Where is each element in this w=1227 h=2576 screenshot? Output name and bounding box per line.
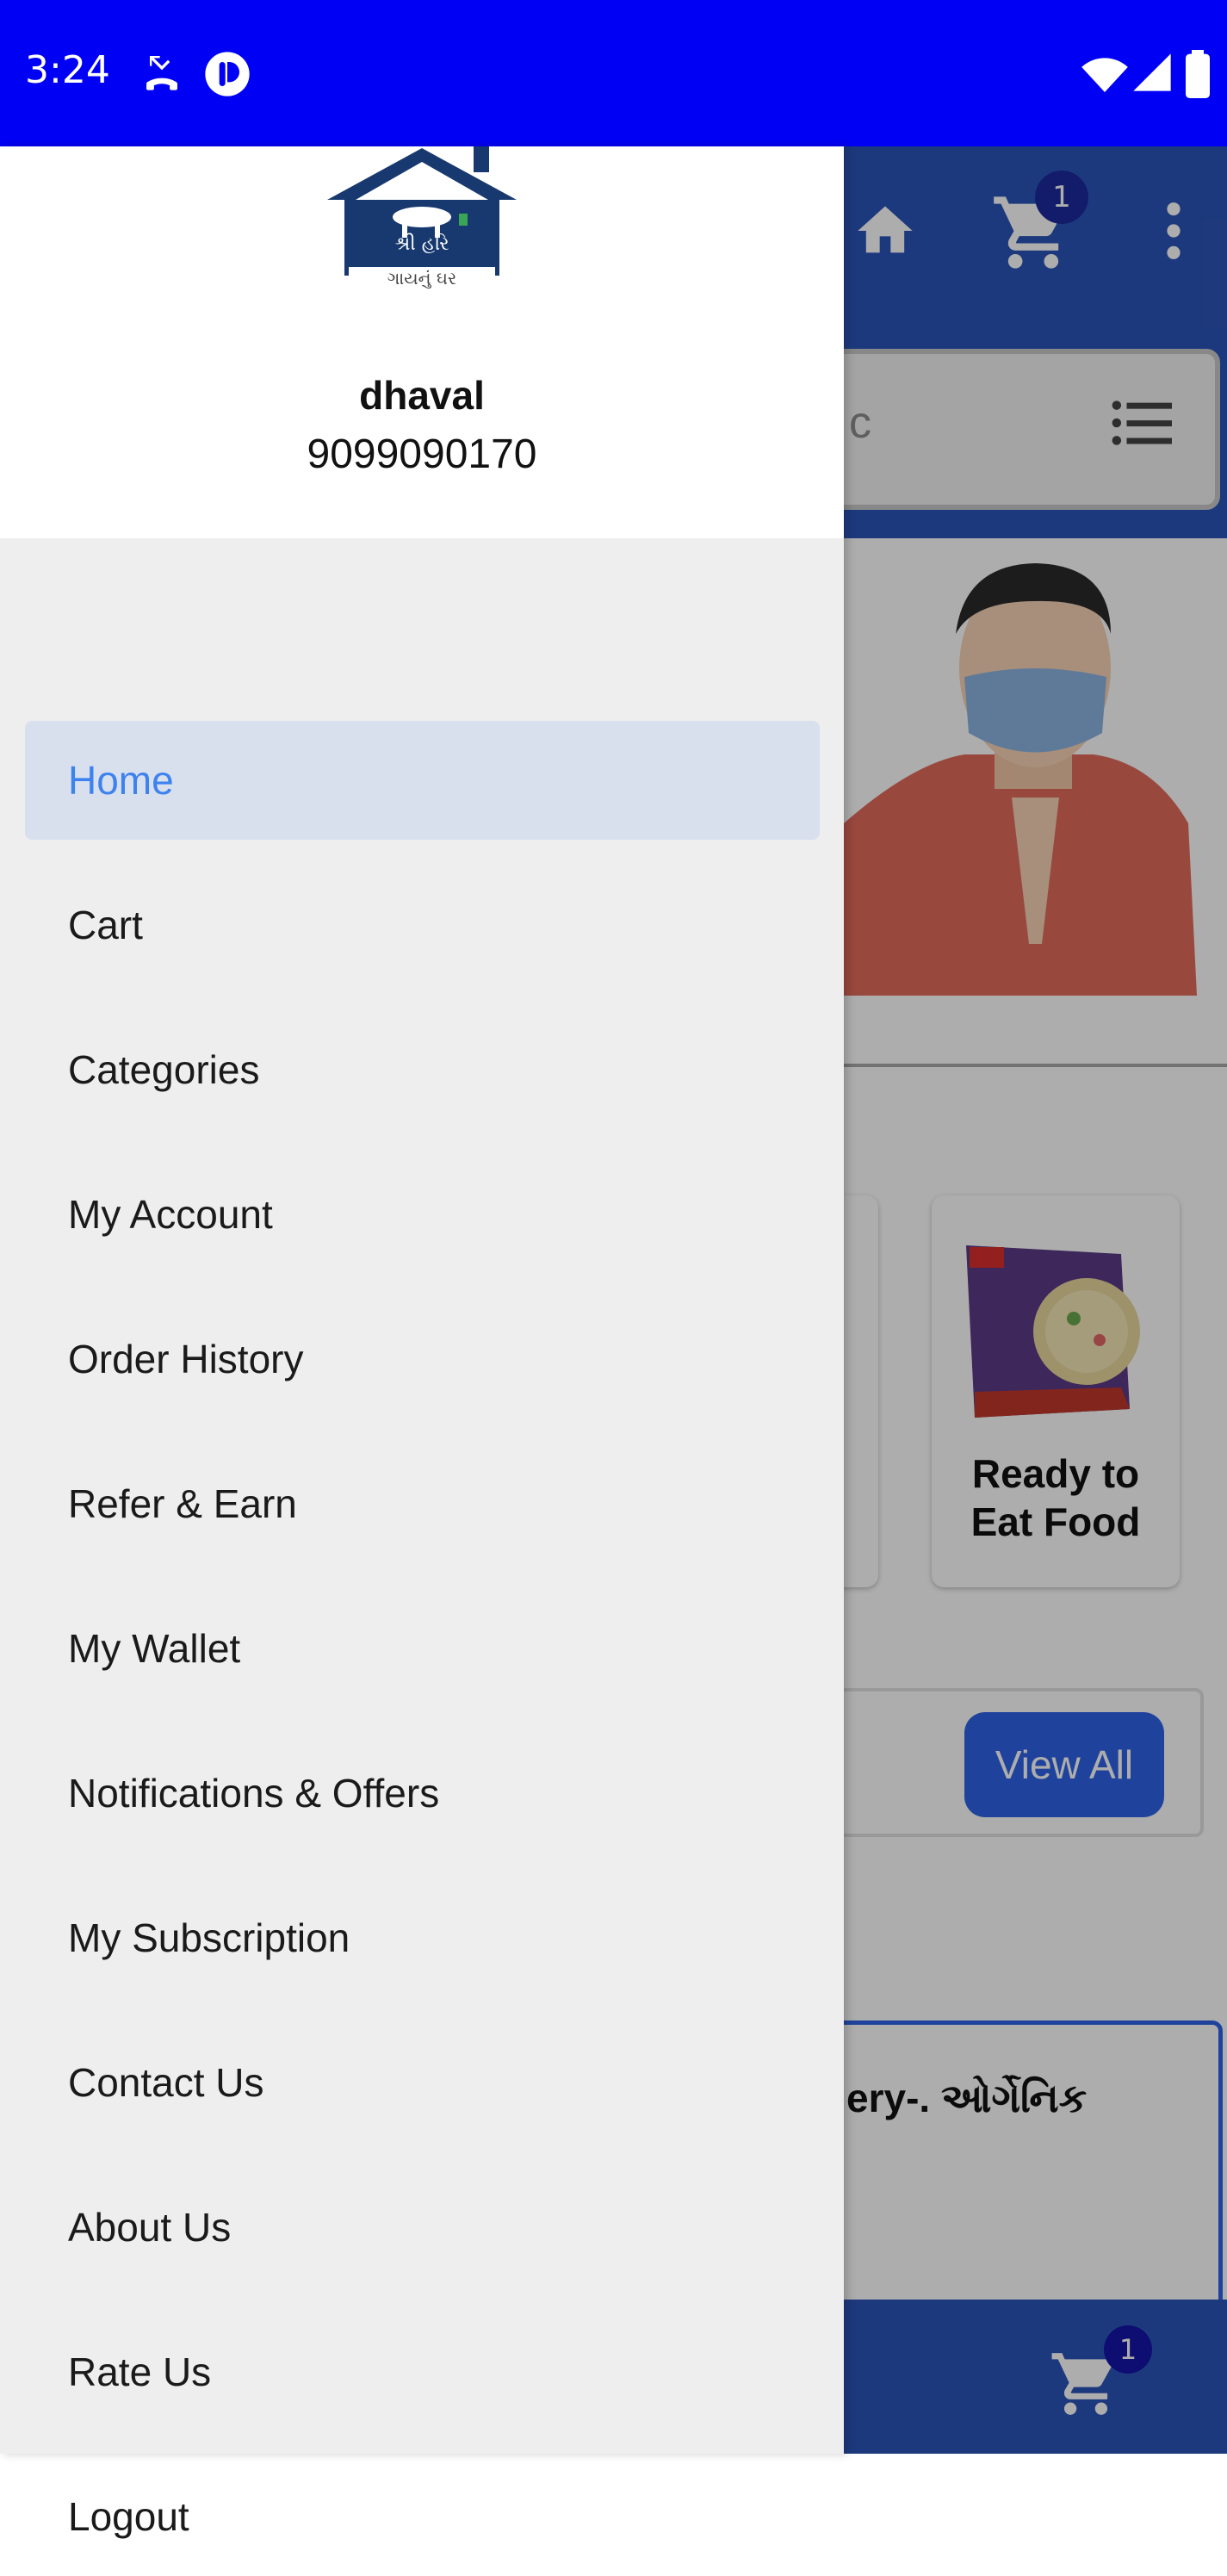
store-logo: શ્રી હરિ ગાયનું ઘર — [327, 146, 517, 289]
drawer-item-label: My Account — [68, 1192, 273, 1237]
drawer-item-label: Categories — [68, 1047, 260, 1092]
drawer-item-rate-us[interactable]: Rate Us — [25, 2312, 820, 2431]
logo-text: શ્રી હરિ — [394, 233, 449, 255]
drawer-item-label: About Us — [68, 2205, 232, 2250]
drawer-item-label: Rate Us — [68, 2349, 212, 2394]
status-time: 3:24 — [25, 48, 110, 92]
drawer-item-contact-us[interactable]: Contact Us — [25, 2023, 820, 2142]
drawer-item-label: Logout — [68, 2494, 189, 2539]
drawer-item-label: Home — [68, 758, 174, 803]
drawer-item-my-subscription[interactable]: My Subscription — [25, 1878, 820, 1997]
drawer-item-notifications-offers[interactable]: Notifications & Offers — [25, 1734, 820, 1853]
drawer-item-home[interactable]: Home — [25, 721, 820, 840]
wifi-icon — [1081, 58, 1128, 92]
drawer-item-label: Refer & Earn — [68, 1481, 297, 1526]
user-name: dhaval — [359, 373, 485, 418]
app-notification-icon — [205, 52, 250, 96]
drawer-item-label: Notifications & Offers — [68, 1771, 440, 1816]
drawer-item-about-us[interactable]: About Us — [25, 2168, 820, 2287]
signal-icon — [1133, 53, 1171, 91]
drawer-item-my-wallet[interactable]: My Wallet — [25, 1589, 820, 1708]
drawer-item-order-history[interactable]: Order History — [25, 1300, 820, 1418]
navigation-drawer: શ્રી હરિ ગાયનું ઘર dhaval 9099090170 Hom… — [0, 146, 844, 2539]
battery-icon — [1186, 50, 1210, 98]
drawer-header: શ્રી હરિ ગાયનું ઘર dhaval 9099090170 — [0, 146, 844, 538]
drawer-item-refer-earn[interactable]: Refer & Earn — [25, 1444, 820, 1563]
status-bar: 3:24 — [0, 0, 1227, 146]
drawer-item-label: Contact Us — [68, 2060, 264, 2105]
drawer-item-cart[interactable]: Cart — [25, 866, 820, 984]
drawer-item-my-account[interactable]: My Account — [25, 1155, 820, 1274]
svg-text:ગાયનું ઘર: ગાયનું ઘર — [387, 268, 457, 289]
user-phone: 9099090170 — [307, 431, 537, 477]
drawer-item-label: My Subscription — [68, 1915, 350, 1960]
drawer-item-label: Order History — [68, 1337, 304, 1381]
drawer-item-logout[interactable]: Logout — [25, 2457, 820, 2576]
drawer-item-categories[interactable]: Categories — [25, 1010, 820, 1129]
drawer-item-label: My Wallet — [68, 1626, 241, 1671]
drawer-item-label: Cart — [68, 903, 143, 947]
missed-call-icon — [146, 56, 177, 90]
